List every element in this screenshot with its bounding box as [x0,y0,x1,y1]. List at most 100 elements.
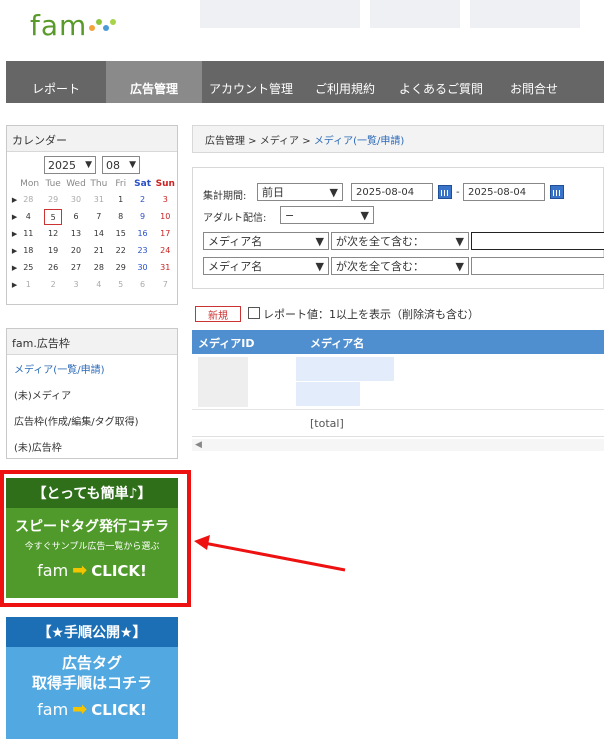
adult-select[interactable]: − ▼ [280,206,374,224]
calendar-day[interactable]: 12 [44,226,62,242]
breadcrumb-item[interactable]: メディア [260,136,299,147]
week-arrow-icon[interactable]: ▶ [12,213,17,221]
calendar-day[interactable]: 5 [112,277,130,293]
week-arrow-icon[interactable]: ▶ [12,264,17,272]
breadcrumb-current[interactable]: メディア(一覧/申請) [314,136,404,147]
date-from-input[interactable]: 2025-08-04 [351,183,433,201]
week-arrow-icon[interactable]: ▶ [12,196,17,204]
date-to-input[interactable]: 2025-08-04 [463,183,545,201]
calendar-day[interactable]: 25 [19,260,37,276]
column-header-media-name[interactable]: メディア名 [310,335,364,351]
red-arrow-icon [194,535,346,572]
calendar-day[interactable]: 29 [112,260,130,276]
calendar-day[interactable]: 9 [134,209,152,225]
calendar-day[interactable]: 8 [112,209,130,225]
nav-item-account[interactable]: アカウント管理 [202,61,300,103]
calendar-icon[interactable] [438,185,452,199]
nav-item-terms[interactable]: ご利用規約 [300,61,390,103]
calendar-day[interactable]: 14 [90,226,108,242]
calendar-day[interactable]: 30 [134,260,152,276]
fam-logo[interactable]: fam [30,0,119,50]
calendar-day[interactable]: 6 [67,209,85,225]
tag-guide-banner[interactable]: 【★手順公開★】 広告タグ 取得手順はコチラ fam ➡ CLICK! [6,617,178,739]
menu-item-unapproved-ad-slot[interactable]: (未)広告枠 [7,433,177,459]
calendar-cell: 16 [132,225,154,242]
nav-item-ad-management[interactable]: 広告管理 [106,61,202,103]
calendar-day[interactable]: 7 [90,209,108,225]
header-blurred-area [470,0,580,28]
calendar-cell: 7 [154,276,178,293]
new-button[interactable]: 新規 [195,306,241,322]
calendar-day[interactable]: 18 [19,243,37,259]
breadcrumb: 広告管理 > メディア > メディア(一覧/申請) [192,125,604,153]
week-arrow-icon[interactable]: ▶ [12,230,17,238]
calendar-day[interactable]: 13 [67,226,85,242]
calendar-day[interactable]: 3 [156,192,174,208]
calendar-day[interactable]: 6 [134,277,152,293]
calendar-day[interactable]: 27 [67,260,85,276]
calendar-day[interactable]: 11 [19,226,37,242]
calendar-day[interactable]: 2 [134,192,152,208]
calendar-day[interactable]: 4 [19,209,37,225]
period-value: 前日 [262,186,284,199]
period-select[interactable]: 前日 ▼ [257,183,343,201]
calendar-day[interactable]: 28 [90,260,108,276]
breadcrumb-separator: > [299,136,314,147]
calendar-day[interactable]: 31 [90,192,108,208]
calendar-day[interactable]: 31 [156,260,174,276]
nav-item-contact[interactable]: お問合せ [492,61,576,103]
calendar-day[interactable]: 21 [90,243,108,259]
report-value-checkbox[interactable] [248,307,260,319]
menu-item-media-list[interactable]: メディア(一覧/申請) [7,355,177,381]
filter2-cond-select[interactable]: が次を全て含む： ▼ [331,257,469,275]
filter1-cond-select[interactable]: が次を全て含む： ▼ [331,232,469,250]
calendar-day[interactable]: 24 [156,243,174,259]
month-select[interactable]: 08 ▼ [102,156,140,174]
calendar-day[interactable]: 7 [156,277,174,293]
filter1-field-select[interactable]: メディア名 ▼ [203,232,329,250]
nav-item-report[interactable]: レポート [6,61,106,103]
calendar-cell: 3 [154,191,178,208]
week-arrow-icon[interactable]: ▶ [12,281,17,289]
date-to-value: 2025-08-04 [468,186,527,198]
speed-tag-banner[interactable]: 【とっても簡単♪】 スピードタグ発行コチラ 今すぐサンプル広告一覧から選ぶ fa… [6,478,178,598]
calendar-icon[interactable] [550,185,564,199]
calendar-day[interactable]: 26 [44,260,62,276]
calendar-cell: 2 [132,191,154,208]
calendar-cell: ▶ 4 [7,208,42,225]
calendar-day[interactable]: 30 [67,192,85,208]
calendar-day[interactable]: 20 [67,243,85,259]
calendar-day[interactable]: 5 [44,208,63,225]
calendar-day[interactable]: 1 [112,192,130,208]
filter2-field-select[interactable]: メディア名 ▼ [203,257,329,275]
calendar-day[interactable]: 19 [44,243,62,259]
calendar-cell: 30 [132,259,154,276]
column-header-media-id[interactable]: メディアID [198,335,254,351]
year-select[interactable]: 2025 ▼ [44,156,96,174]
calendar-day[interactable]: 23 [134,243,152,259]
breadcrumb-item[interactable]: 広告管理 [205,136,245,147]
filter2-text-input[interactable] [471,257,604,275]
table-scrollbar[interactable]: ◀ [192,439,604,451]
scroll-left-icon[interactable]: ◀ [195,440,202,450]
calendar-day[interactable]: 29 [44,192,62,208]
calendar-day[interactable]: 4 [90,277,108,293]
calendar-week-row: ▶ 18 19 20 21 22 23 24 [7,242,177,259]
nav-item-faq[interactable]: よくあるご質問 [390,61,492,103]
filter1-text-input[interactable] [471,232,604,250]
calendar-day[interactable]: 1 [19,277,37,293]
calendar-day[interactable]: 15 [112,226,130,242]
calendar-day[interactable]: 3 [67,277,85,293]
table-row[interactable] [192,354,604,410]
menu-item-ad-slot[interactable]: 広告枠(作成/編集/タグ取得) [7,407,177,433]
calendar-day[interactable]: 22 [112,243,130,259]
calendar-day[interactable]: 17 [156,226,174,242]
menu-item-unapproved-media[interactable]: (未)メディア [7,381,177,407]
calendar-day[interactable]: 2 [44,277,62,293]
calendar-day[interactable]: 10 [156,209,174,225]
calendar-day[interactable]: 28 [19,192,37,208]
calendar-cell: 21 [88,242,110,259]
calendar-day[interactable]: 16 [134,226,152,242]
ad-menu-title: fam.広告枠 [7,329,177,355]
week-arrow-icon[interactable]: ▶ [12,247,17,255]
